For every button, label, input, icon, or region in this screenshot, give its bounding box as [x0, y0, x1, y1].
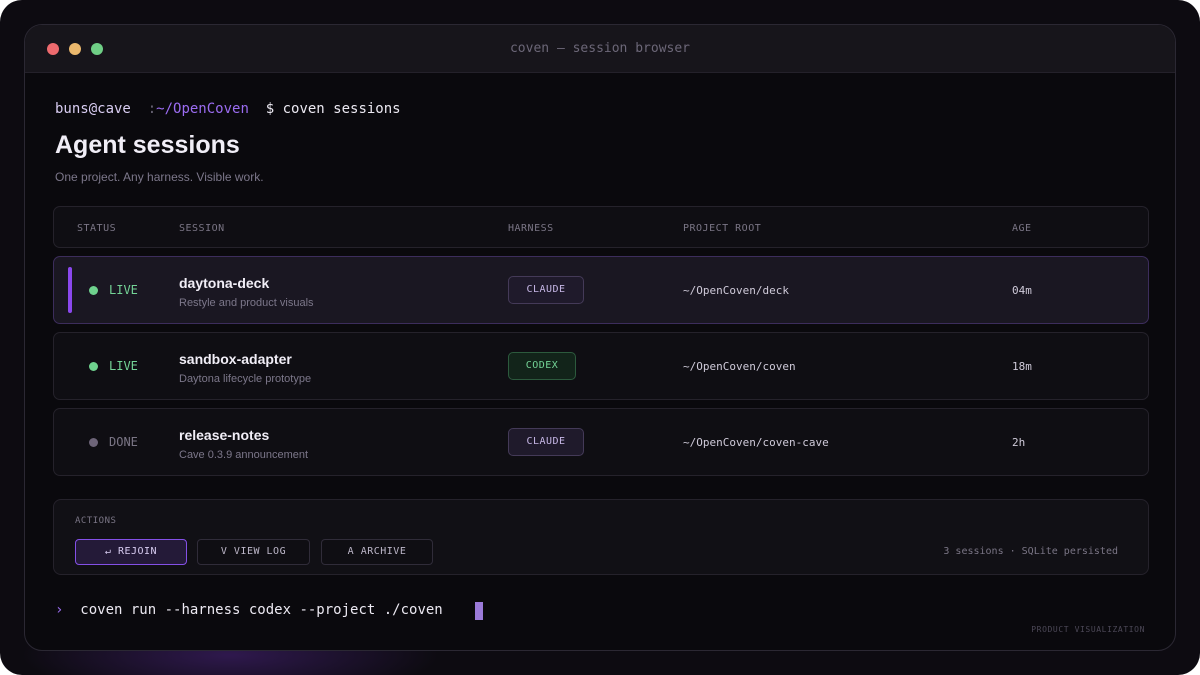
column-age: AGE: [1012, 223, 1032, 234]
status-dot-icon: [89, 362, 98, 371]
page-title: Agent sessions: [55, 131, 240, 159]
session-count-meta: 3 sessions · SQLite persisted: [943, 546, 1118, 557]
session-row-daytona-deck[interactable]: LIVE daytona-deck Restyle and product vi…: [53, 256, 1149, 324]
status-label: LIVE: [109, 283, 138, 297]
project-root: ~/OpenCoven/deck: [683, 284, 789, 297]
column-session: SESSION: [179, 223, 225, 234]
actions-label: ACTIONS: [75, 516, 117, 526]
command-line[interactable]: › coven run --harness codex --project ./…: [55, 602, 443, 618]
project-root: ~/OpenCoven/coven: [683, 360, 796, 373]
terminal-window: coven — session browser buns@cave :~/Ope…: [24, 24, 1176, 651]
status-label: DONE: [109, 435, 138, 449]
status-dot-icon: [89, 438, 98, 447]
table-header: STATUS SESSION HARNESS PROJECT ROOT AGE: [53, 206, 1149, 248]
column-project-root: PROJECT ROOT: [683, 223, 762, 234]
session-name: sandbox-adapter: [179, 351, 292, 367]
prompt-command: $ coven sessions: [265, 101, 401, 117]
harness-badge: CODEX: [508, 352, 576, 380]
session-name: daytona-deck: [179, 275, 270, 291]
column-status: STATUS: [77, 223, 117, 234]
rejoin-button[interactable]: ↵ REJOIN: [75, 539, 187, 565]
footer-note: PRODUCT VISUALIZATION: [1031, 625, 1145, 634]
session-age: 18m: [1012, 360, 1032, 373]
chevron-right-icon: ›: [55, 602, 64, 618]
column-harness: HARNESS: [508, 223, 554, 234]
app-frame: coven — session browser buns@cave :~/Ope…: [0, 0, 1200, 675]
session-row-sandbox-adapter[interactable]: LIVE sandbox-adapter Daytona lifecycle p…: [53, 332, 1149, 400]
session-name: release-notes: [179, 427, 270, 443]
text-cursor: [475, 602, 483, 620]
prompt-user: buns@cave: [55, 101, 131, 117]
prompt-path: ~/OpenCoven: [156, 101, 249, 117]
session-row-release-notes[interactable]: DONE release-notes Cave 0.3.9 announceme…: [53, 408, 1149, 476]
prompt-separator: :: [147, 101, 157, 117]
page-subtitle: One project. Any harness. Visible work.: [55, 170, 264, 184]
session-age: 2h: [1012, 436, 1026, 449]
command-text: coven run --harness codex --project ./co…: [80, 602, 443, 618]
project-root: ~/OpenCoven/coven-cave: [683, 436, 829, 449]
archive-button[interactable]: A ARCHIVE: [321, 539, 433, 565]
window-title: coven — session browser: [509, 41, 690, 56]
actions-panel: ACTIONS ↵ REJOIN V VIEW LOG A ARCHIVE 3 …: [53, 499, 1149, 575]
shell-prompt: buns@cave :~/OpenCoven $ coven sessions: [55, 101, 401, 117]
status-dot-icon: [89, 286, 98, 295]
harness-badge: CLAUDE: [508, 276, 584, 304]
title-bar: coven — session browser: [25, 25, 1175, 73]
session-age: 04m: [1012, 284, 1032, 297]
status-label: LIVE: [109, 359, 138, 373]
selection-indicator: [68, 267, 72, 313]
view-log-button[interactable]: V VIEW LOG: [197, 539, 310, 565]
session-description: Restyle and product visuals: [179, 297, 314, 309]
harness-badge: CLAUDE: [508, 428, 584, 456]
session-description: Daytona lifecycle prototype: [179, 373, 312, 385]
session-description: Cave 0.3.9 announcement: [179, 449, 309, 461]
